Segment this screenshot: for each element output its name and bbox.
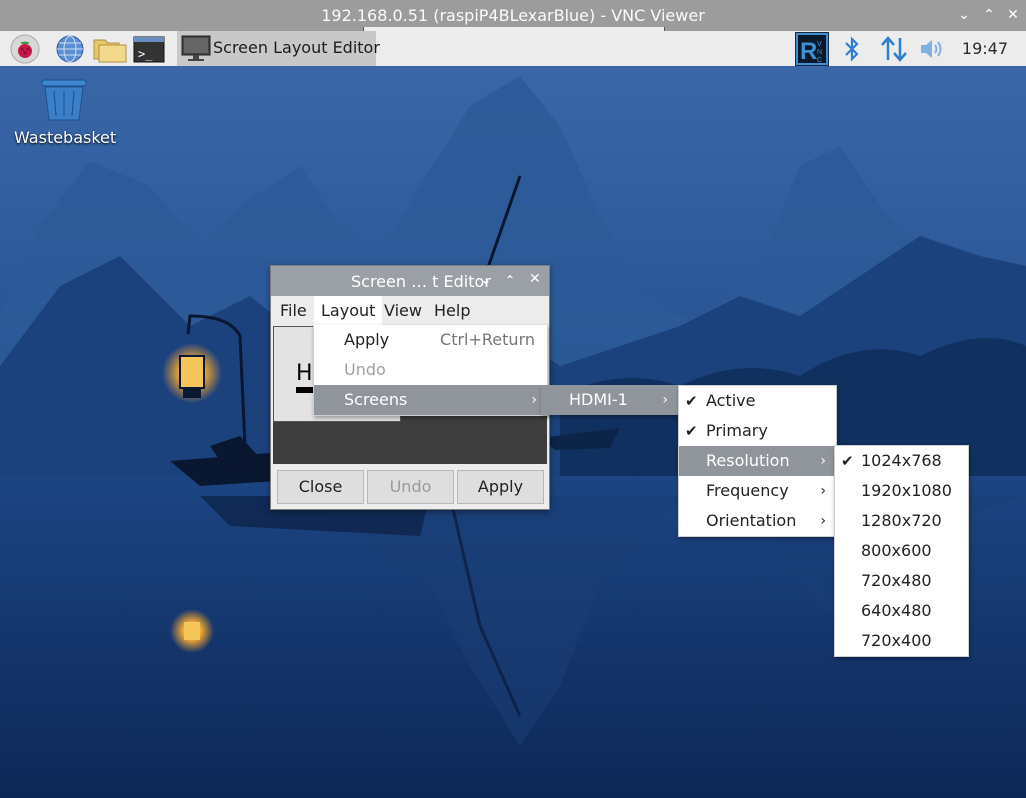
resolution-option-label: 720x400 — [861, 631, 932, 650]
menu-item-screens-label: Screens — [344, 390, 408, 409]
chevron-right-icon: › — [662, 392, 668, 408]
menu-item-apply-label: Apply — [344, 330, 390, 349]
bluetooth-icon[interactable] — [842, 34, 872, 64]
raspberry-menu-icon[interactable] — [10, 34, 40, 64]
menubar: File Layout View Help — [271, 296, 549, 326]
menu-item-orientation[interactable]: Orientation › — [679, 506, 836, 536]
resolution-option[interactable]: 720x400 — [835, 626, 968, 656]
svg-text:C: C — [817, 57, 822, 64]
monitor-label: H — [296, 361, 313, 386]
wastebasket-label[interactable]: Wastebasket — [14, 128, 116, 147]
vnc-server-icon[interactable]: R V N C — [795, 32, 829, 66]
check-icon: ✔ — [841, 452, 854, 470]
monitor-icon — [181, 34, 211, 66]
menu-item-active-label: Active — [706, 391, 756, 410]
menu-item-undo[interactable]: Undo — [314, 355, 547, 385]
check-icon: ✔ — [685, 392, 698, 410]
menu-item-orientation-label: Orientation — [706, 511, 797, 530]
resolution-option-label: 640x480 — [861, 601, 932, 620]
resolution-option-label: 800x600 — [861, 541, 932, 560]
clock[interactable]: 19:47 — [962, 39, 1008, 58]
resolution-option[interactable]: ✔ 1024x768 — [835, 446, 968, 476]
menu-item-apply-shortcut: Ctrl+Return — [440, 330, 535, 349]
resolution-option[interactable]: 800x600 — [835, 536, 968, 566]
svg-text:V: V — [817, 41, 822, 48]
svg-text:N: N — [817, 49, 822, 56]
resolution-submenu: ✔ 1024x768 1920x1080 1280x720 800x600 72… — [834, 445, 969, 657]
vnc-titlebar: 192.168.0.51 (raspiP4BLexarBlue) - VNC V… — [0, 0, 1026, 33]
menu-file[interactable]: File — [273, 296, 314, 326]
svg-text:>_: >_ — [138, 47, 153, 61]
button-row: Close Undo Apply — [271, 466, 549, 509]
resolution-option[interactable]: 1920x1080 — [835, 476, 968, 506]
resolution-option-label: 1024x768 — [861, 451, 942, 470]
window-title: Screen … t Editor — [351, 272, 491, 291]
resolution-option-label: 1920x1080 — [861, 481, 952, 500]
menu-item-resolution-label: Resolution — [706, 451, 790, 470]
menu-item-primary[interactable]: ✔ Primary — [679, 416, 836, 446]
svg-text:R: R — [800, 38, 817, 65]
chevron-right-icon: › — [531, 392, 537, 408]
hdmi-1-submenu: ✔ Active ✔ Primary Resolution › Frequenc… — [678, 385, 837, 537]
check-icon: ✔ — [685, 422, 698, 440]
window-close-icon[interactable]: ✕ — [529, 271, 541, 287]
resolution-option-label: 720x480 — [861, 571, 932, 590]
menu-item-screens[interactable]: Screens › — [314, 385, 547, 415]
resolution-option[interactable]: 1280x720 — [835, 506, 968, 536]
chevron-right-icon: › — [820, 483, 826, 499]
network-icon[interactable] — [879, 34, 909, 64]
menu-item-primary-label: Primary — [706, 421, 768, 440]
taskbar: >_ Screen Layout Editor R V N C 19:47 — [0, 31, 1026, 66]
layout-menu: Apply Ctrl+Return Undo Screens › — [313, 325, 548, 416]
terminal-icon[interactable]: >_ — [133, 34, 165, 64]
chevron-right-icon: › — [820, 453, 826, 469]
menu-view[interactable]: View — [377, 296, 429, 326]
screens-submenu: HDMI-1 › — [541, 385, 678, 415]
window-titlebar[interactable]: Screen … t Editor ⌄ ⌃ ✕ — [271, 266, 549, 296]
window-maximize-icon[interactable]: ⌃ — [505, 273, 515, 287]
resolution-option[interactable]: 640x480 — [835, 596, 968, 626]
menu-item-hdmi-1-label: HDMI-1 — [569, 390, 628, 409]
menu-layout[interactable]: Layout — [314, 296, 383, 326]
menu-item-apply[interactable]: Apply Ctrl+Return — [314, 325, 547, 355]
vnc-minimize-button[interactable]: ⌄ — [955, 6, 973, 24]
menu-help[interactable]: Help — [427, 296, 477, 326]
menu-item-frequency-label: Frequency — [706, 481, 789, 500]
undo-button[interactable]: Undo — [367, 470, 454, 504]
vnc-maximize-button[interactable]: ⌃ — [980, 6, 998, 24]
task-button-label: Screen Layout Editor — [213, 38, 380, 57]
web-browser-icon[interactable] — [55, 34, 85, 64]
apply-button[interactable]: Apply — [457, 470, 544, 504]
vnc-window-title: 192.168.0.51 (raspiP4BLexarBlue) - VNC V… — [321, 6, 705, 25]
resolution-option-label: 1280x720 — [861, 511, 942, 530]
vnc-close-button[interactable]: ✕ — [1004, 6, 1022, 24]
volume-icon[interactable] — [918, 34, 948, 64]
menu-item-undo-label: Undo — [344, 360, 386, 379]
file-manager-icon[interactable] — [93, 34, 127, 64]
task-button-screen-layout-editor[interactable]: Screen Layout Editor — [177, 31, 380, 66]
menu-item-hdmi-1[interactable]: HDMI-1 › — [541, 385, 678, 415]
window-minimize-icon[interactable]: ⌄ — [481, 273, 491, 287]
resolution-option[interactable]: 720x480 — [835, 566, 968, 596]
menu-item-active[interactable]: ✔ Active — [679, 386, 836, 416]
close-button[interactable]: Close — [277, 470, 364, 504]
chevron-right-icon: › — [820, 513, 826, 529]
menu-item-resolution[interactable]: Resolution › — [679, 446, 836, 476]
wastebasket-icon[interactable] — [40, 78, 88, 126]
menu-item-frequency[interactable]: Frequency › — [679, 476, 836, 506]
